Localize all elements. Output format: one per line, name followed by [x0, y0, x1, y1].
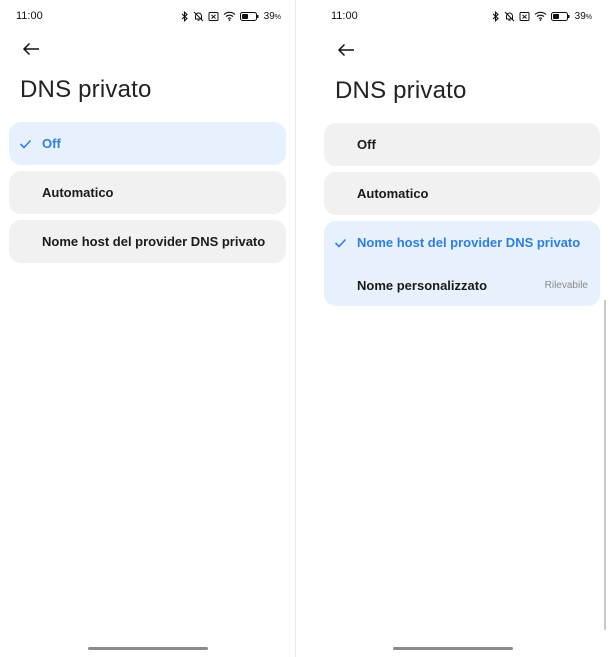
dns-options: Off Automatico Nome host del provider DN… — [324, 123, 600, 312]
provider-hostname-group: Nome host del provider DNS privato Nome … — [324, 221, 600, 306]
home-indicator[interactable] — [393, 647, 513, 650]
battery-level: 39% — [574, 10, 592, 22]
status-icons: 39% — [181, 10, 281, 22]
custom-name-row[interactable]: Nome personalizzato Rilevabile — [324, 264, 600, 306]
bluetooth-icon — [492, 10, 499, 22]
option-off[interactable]: Off — [324, 123, 600, 166]
home-indicator[interactable] — [87, 647, 208, 650]
page-title: DNS privato — [335, 77, 467, 104]
option-label: Off — [357, 137, 376, 152]
status-bar: 11:00 39% — [0, 0, 295, 32]
bell-off-icon — [504, 11, 514, 21]
bell-off-icon — [193, 11, 203, 21]
wifi-icon — [534, 11, 547, 21]
option-provider-hostname[interactable]: Nome host del provider DNS privato — [9, 220, 286, 263]
option-automatic[interactable]: Automatico — [9, 171, 286, 214]
screen-right: 11:00 39% DNS privato Off Automatico Nom… — [296, 0, 610, 657]
custom-name-label: Nome personalizzato — [357, 277, 488, 293]
no-sim-icon — [519, 11, 530, 21]
status-icons: 39% — [492, 10, 592, 22]
option-provider-hostname[interactable]: Nome host del provider DNS privato — [324, 221, 600, 264]
no-sim-icon — [208, 11, 219, 21]
back-button[interactable] — [335, 39, 357, 61]
page-title: DNS privato — [20, 76, 152, 103]
status-time: 11:00 — [331, 10, 358, 22]
wifi-icon — [223, 11, 236, 21]
option-label: Automatico — [42, 185, 114, 200]
scrollbar[interactable] — [604, 300, 606, 630]
option-label: Automatico — [357, 186, 429, 201]
battery-icon — [550, 11, 570, 21]
screen-left: 11:00 39% DNS privato Off Automatico Nom… — [0, 0, 295, 657]
option-label: Off — [42, 136, 61, 151]
custom-name-hint: Rilevabile — [544, 279, 588, 291]
battery-level: 39% — [263, 10, 281, 22]
back-button[interactable] — [20, 38, 42, 60]
status-time: 11:00 — [16, 10, 43, 22]
checkmark-icon — [9, 139, 42, 149]
arrow-left-icon — [337, 43, 354, 57]
dns-options: Off Automatico Nome host del provider DN… — [9, 122, 286, 269]
status-bar: 11:00 39% — [296, 0, 610, 32]
checkmark-icon — [324, 238, 357, 248]
arrow-left-icon — [22, 42, 39, 56]
option-label: Nome host del provider DNS privato — [357, 235, 581, 250]
option-label: Nome host del provider DNS privato — [42, 234, 266, 249]
option-off[interactable]: Off — [9, 122, 286, 165]
bluetooth-icon — [181, 10, 188, 22]
option-automatic[interactable]: Automatico — [324, 172, 600, 215]
battery-icon — [239, 11, 259, 21]
